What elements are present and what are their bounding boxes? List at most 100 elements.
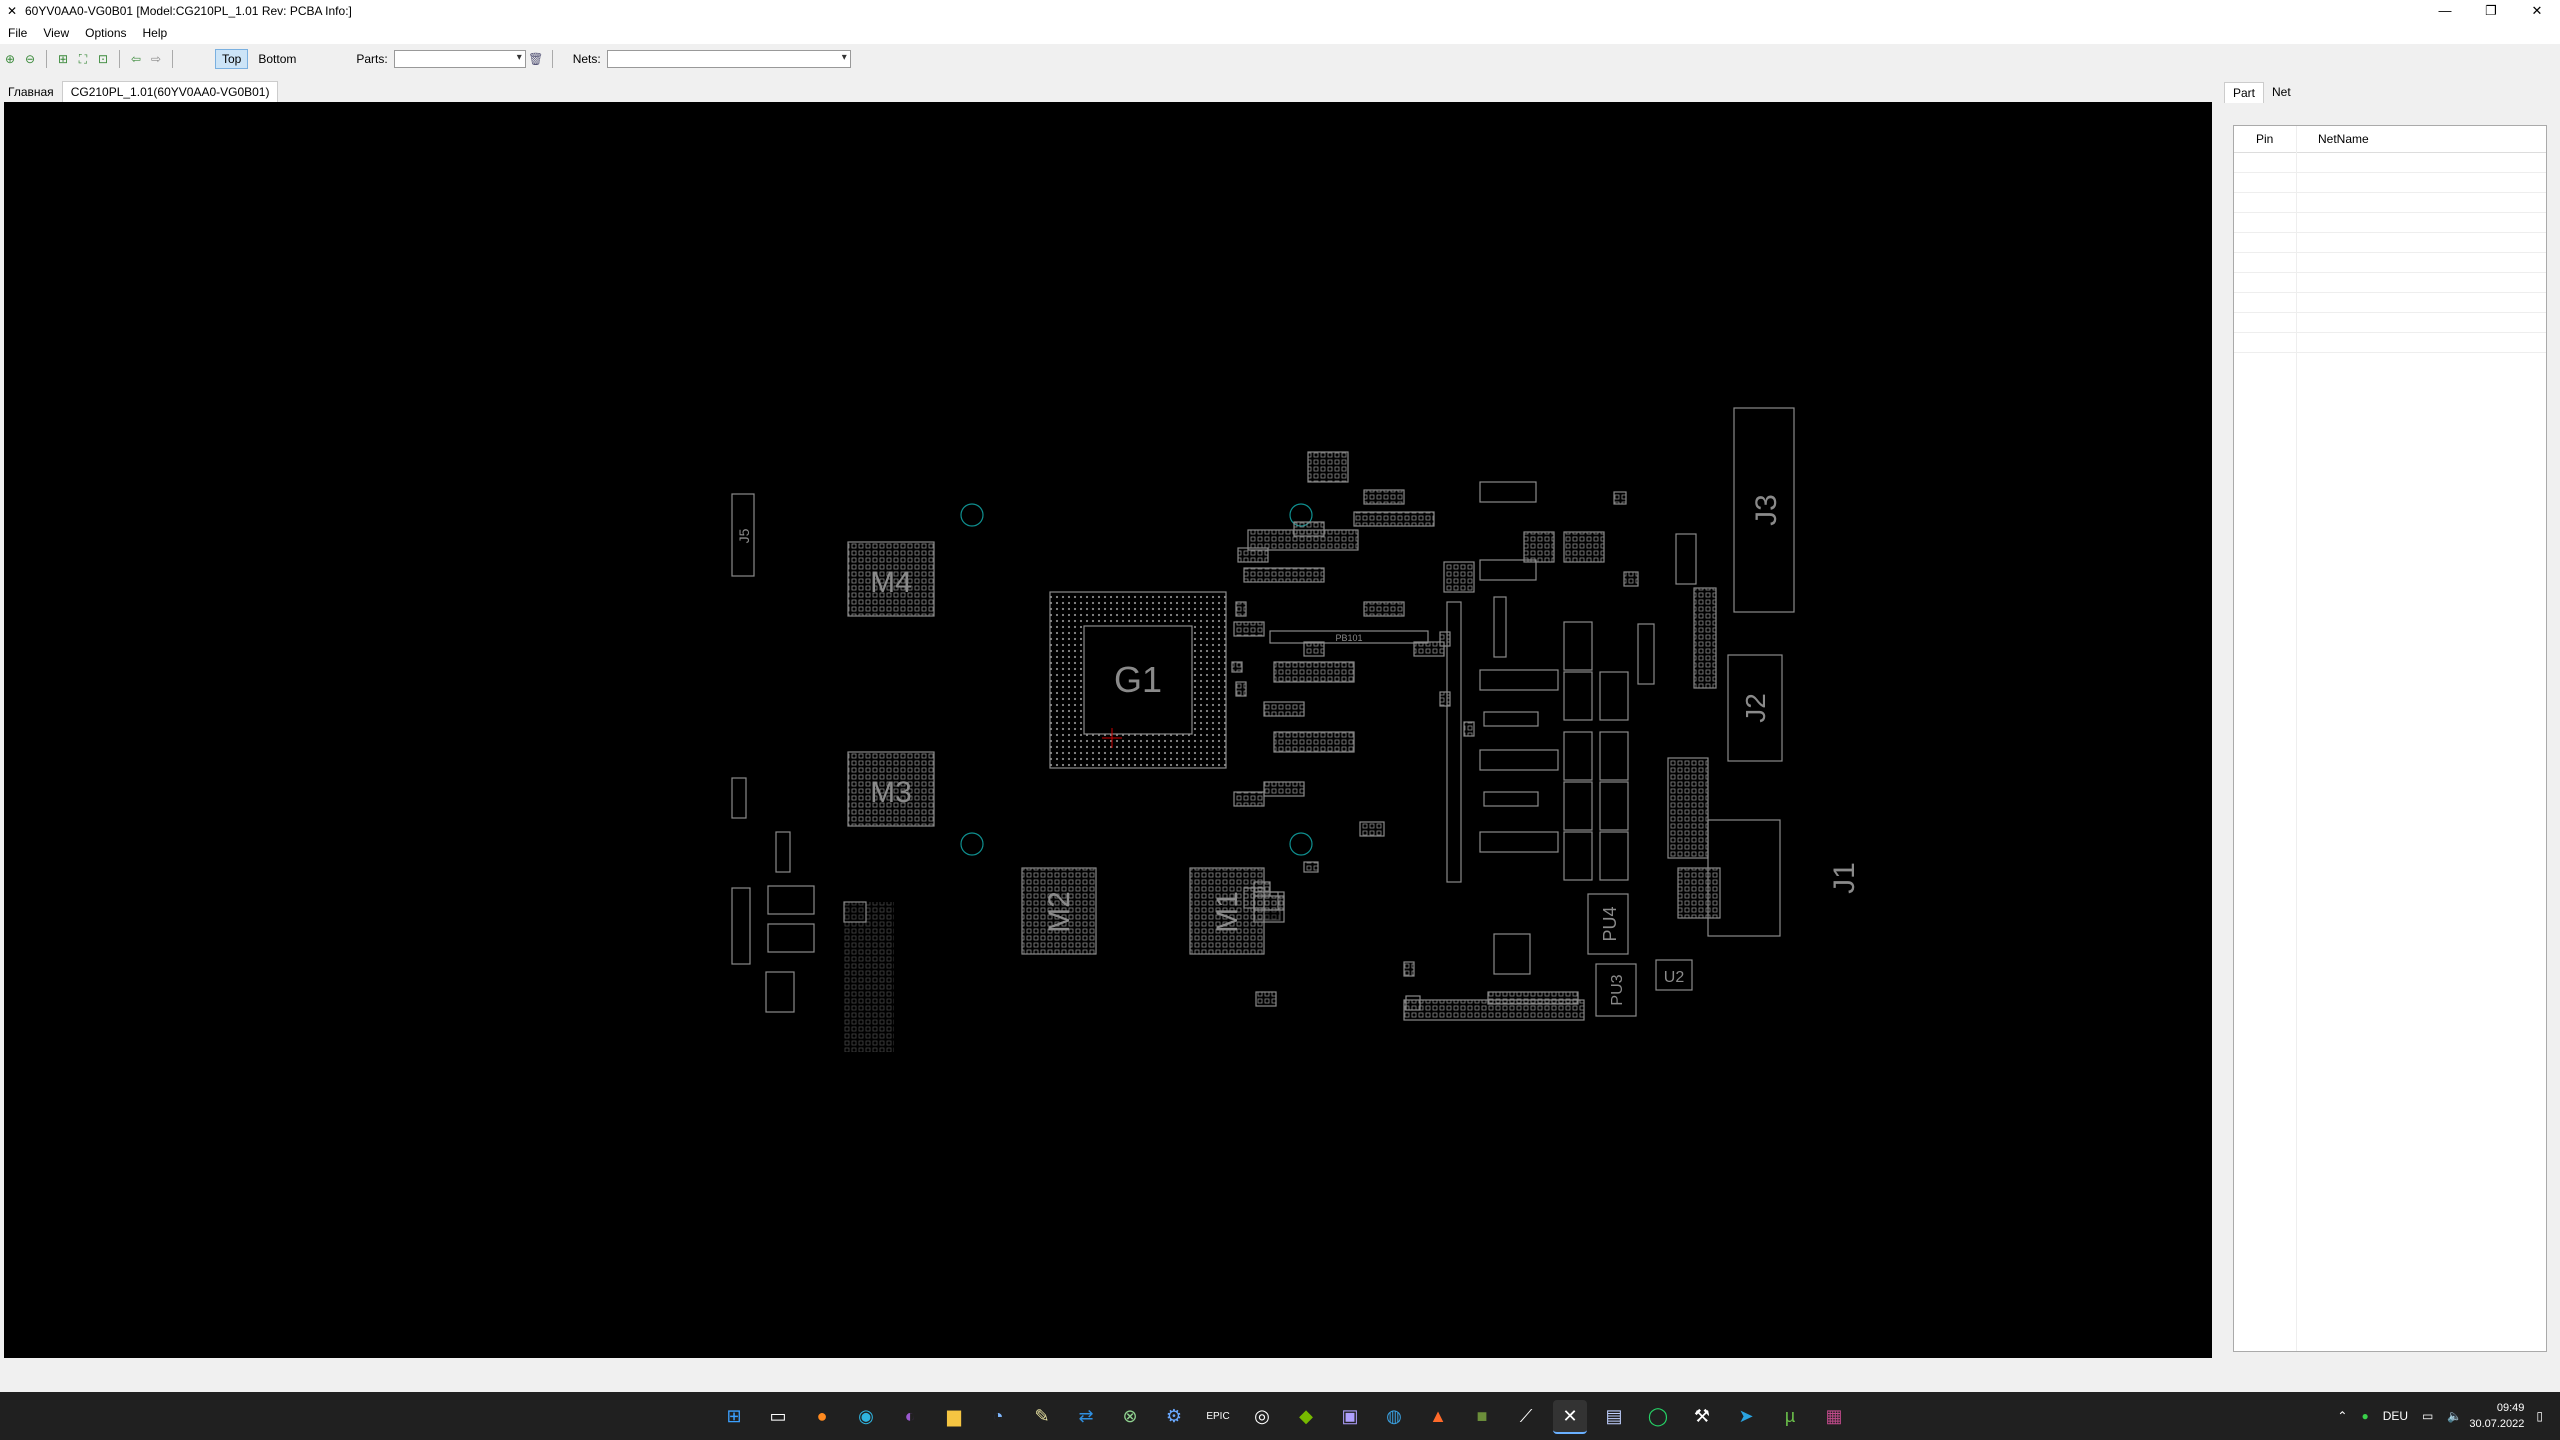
language-indicator[interactable]: DEU: [2383, 1409, 2408, 1423]
clock-time: 09:49: [2496, 1402, 2525, 1414]
minimize-icon[interactable]: —: [2422, 0, 2468, 22]
boardviewer-icon[interactable]: ✕: [1553, 1400, 1587, 1434]
table-row[interactable]: [2234, 173, 2546, 193]
chevron-down-icon: ▾: [841, 52, 847, 63]
firefox-icon[interactable]: ●: [805, 1400, 839, 1432]
windows-start-icon[interactable]: ⊞: [717, 1400, 751, 1432]
taskbar: ⊞ ▭ ● ◉ ◐ ▆ ◔ ✎ ⇄ ⊗ ⚙ EPIC ◎ ◆ ▣ ◍ ▲ ■ ⟋…: [0, 1392, 2560, 1440]
toolbar-divider: [119, 50, 120, 68]
zoom-out-icon[interactable]: ⊖: [20, 49, 40, 69]
tool-icon[interactable]: ⚒: [1685, 1400, 1719, 1432]
edge-icon[interactable]: ◉: [849, 1400, 883, 1432]
steam-icon[interactable]: ⚙: [1157, 1400, 1191, 1432]
table-row[interactable]: [2234, 233, 2546, 253]
zoom-fit-icon[interactable]: ⛶: [73, 49, 93, 69]
epic-games-icon[interactable]: EPIC: [1201, 1400, 1235, 1432]
table-row[interactable]: [2234, 273, 2546, 293]
task-view-icon[interactable]: ▭: [761, 1400, 795, 1432]
zoom-select-icon[interactable]: ⊡: [93, 49, 113, 69]
minecraft-icon[interactable]: ■: [1465, 1400, 1499, 1432]
top-layer-button[interactable]: Top: [215, 49, 249, 69]
menu-help[interactable]: Help: [135, 26, 176, 40]
table-row[interactable]: [2234, 153, 2546, 173]
menu-bar: File View Options Help: [0, 22, 2560, 44]
menu-options[interactable]: Options: [77, 26, 134, 40]
menu-view[interactable]: View: [35, 26, 77, 40]
table-header: Pin NetName: [2234, 126, 2546, 153]
j3-label: J3: [1750, 494, 1783, 526]
zoom-in-icon[interactable]: ⊕: [0, 49, 20, 69]
table-row[interactable]: [2234, 313, 2546, 333]
gpu-label: G1: [1114, 659, 1162, 700]
back-arrow-icon[interactable]: ⇦: [126, 49, 146, 69]
parts-label: Parts:: [356, 52, 388, 66]
table-row[interactable]: [2234, 213, 2546, 233]
editor-icon[interactable]: ✎: [1025, 1400, 1059, 1432]
m4-label: M4: [870, 566, 912, 599]
xbox-icon[interactable]: ⊗: [1113, 1400, 1147, 1432]
brave-icon[interactable]: ▲: [1421, 1400, 1455, 1432]
toolbar-divider: [551, 50, 553, 68]
tor-icon[interactable]: ◐: [893, 1400, 927, 1432]
parts-combobox[interactable]: ▾: [393, 50, 526, 68]
mounting-hole: [1289, 832, 1313, 856]
nvidia-icon[interactable]: ◆: [1289, 1400, 1323, 1432]
chrome-icon[interactable]: ◎: [1245, 1400, 1279, 1432]
restore-icon[interactable]: ❐: [2468, 0, 2514, 22]
column-divider: [2296, 126, 2297, 1351]
table-row[interactable]: [2234, 193, 2546, 213]
tab-board-file[interactable]: CG210PL_1.01(60YV0AA0-VG0B01): [61, 81, 279, 102]
zoom-area-icon[interactable]: ⊞: [53, 49, 73, 69]
teamviewer-icon[interactable]: ⇄: [1069, 1400, 1103, 1432]
j1-label: J1: [1828, 862, 1861, 894]
nets-label: Nets:: [572, 52, 601, 66]
m1-label: M1: [1211, 891, 1244, 933]
table-row[interactable]: [2234, 253, 2546, 273]
m2-label: M2: [1043, 891, 1076, 933]
close-icon[interactable]: ✕: [2514, 0, 2560, 22]
pb101-label: PB101: [1335, 633, 1362, 643]
whatsapp-icon[interactable]: ◯: [1641, 1400, 1675, 1432]
utorrent-icon[interactable]: µ: [1773, 1400, 1807, 1432]
nets-combobox[interactable]: ▾: [606, 50, 851, 68]
window-title: 60YV0AA0-VG0B01 [Model:CG210PL_1.01 Rev:…: [25, 4, 352, 18]
telegram-icon[interactable]: ➤: [1729, 1400, 1763, 1432]
trash-icon[interactable]: 🗑: [526, 49, 546, 69]
menu-file[interactable]: File: [0, 26, 35, 40]
network-icon[interactable]: ▭: [2422, 1409, 2433, 1423]
vpn-icon[interactable]: ◍: [1377, 1400, 1411, 1432]
app-icon: ✕: [6, 4, 18, 18]
board-canvas[interactable]: G1 M4 M3 M2 M1 J3 J2 J1 J5 PU4 PU3 U2 PB…: [4, 102, 2212, 1358]
tab-net[interactable]: Net: [2264, 82, 2299, 103]
m3-label: M3: [870, 776, 912, 809]
window-controls: — ❐ ✕: [2422, 0, 2560, 22]
taskbar-apps: ⊞ ▭ ● ◉ ◐ ▆ ◔ ✎ ⇄ ⊗ ⚙ EPIC ◎ ◆ ▣ ◍ ▲ ■ ⟋…: [712, 1400, 1856, 1434]
col-netname[interactable]: NetName: [2296, 132, 2369, 146]
volume-icon[interactable]: 🔈: [2447, 1409, 2462, 1423]
toolbar-divider: [46, 50, 47, 68]
j2-label: J2: [1740, 693, 1771, 723]
tab-part[interactable]: Part: [2224, 82, 2265, 103]
image-viewer-icon[interactable]: ▤: [1597, 1400, 1631, 1432]
table-row[interactable]: [2234, 333, 2546, 353]
app-icon-generic[interactable]: ▣: [1333, 1400, 1367, 1432]
col-pin[interactable]: Pin: [2234, 132, 2296, 146]
mounting-hole: [960, 503, 984, 527]
notification-icon[interactable]: ▯: [2536, 1409, 2543, 1423]
clock[interactable]: 09:49 30.07.2022: [2469, 1400, 2524, 1432]
chevron-up-icon[interactable]: ⌃: [2337, 1409, 2347, 1423]
status-green-icon[interactable]: ●: [2361, 1409, 2368, 1423]
file-explorer-icon[interactable]: ▆: [937, 1400, 971, 1432]
table-row[interactable]: [2234, 293, 2546, 313]
pen-tool-icon[interactable]: ⟋: [1509, 1400, 1543, 1432]
pin-net-table[interactable]: Pin NetName: [2233, 125, 2547, 1352]
u2-label: U2: [1664, 969, 1685, 986]
winrar-icon[interactable]: ▦: [1817, 1400, 1851, 1432]
browser-icon[interactable]: ◔: [981, 1400, 1015, 1432]
pcb-board-view[interactable]: G1 M4 M3 M2 M1 J3 J2 J1 J5 PU4 PU3 U2 PB…: [4, 102, 2212, 1358]
tab-home[interactable]: Главная: [0, 82, 62, 102]
bottom-layer-button[interactable]: Bottom: [252, 50, 302, 68]
document-tabs: Главная CG210PL_1.01(60YV0AA0-VG0B01): [0, 80, 2210, 102]
forward-arrow-icon[interactable]: ⇨: [146, 49, 166, 69]
j5-label: J5: [736, 528, 752, 543]
